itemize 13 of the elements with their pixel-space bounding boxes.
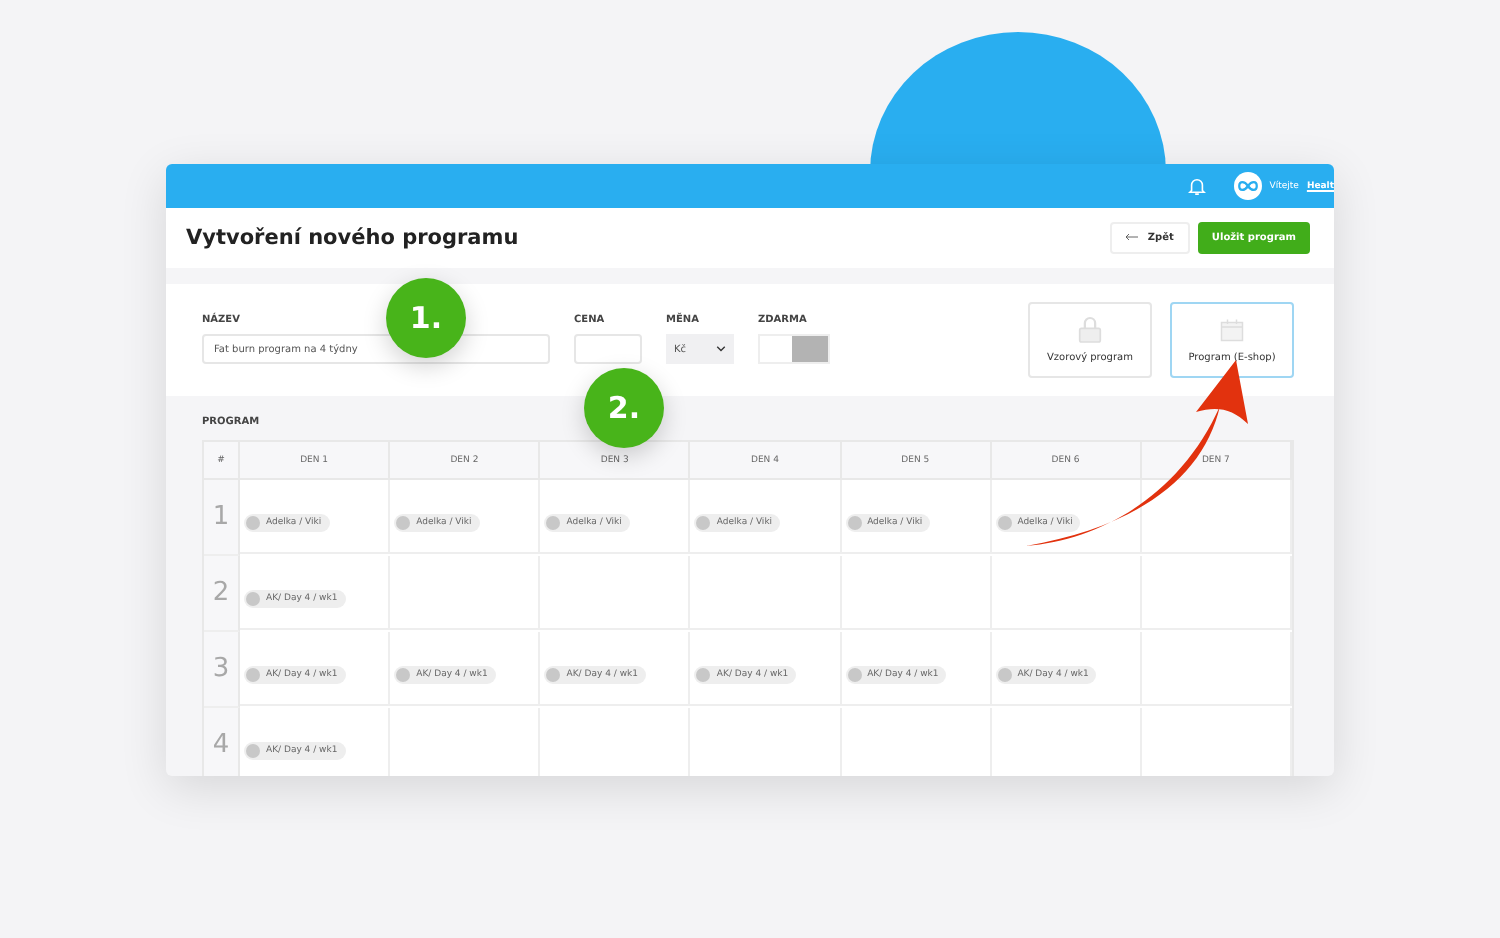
avatar-icon[interactable] — [1233, 172, 1262, 200]
week-number: 3 — [204, 632, 240, 708]
week-number: 1 — [204, 480, 240, 556]
price-input[interactable] — [574, 334, 642, 364]
lock-icon — [1078, 316, 1102, 344]
bell-icon[interactable] — [1187, 176, 1206, 196]
page-title: Vytvoření nového programu — [186, 226, 521, 250]
arrow-left-icon — [1125, 234, 1138, 240]
week-number: 2 — [204, 556, 240, 632]
week-number: 4 — [204, 708, 240, 776]
chevron-icon — [716, 346, 726, 352]
calendar-icon — [1220, 316, 1244, 344]
free-toggle[interactable] — [758, 334, 830, 364]
